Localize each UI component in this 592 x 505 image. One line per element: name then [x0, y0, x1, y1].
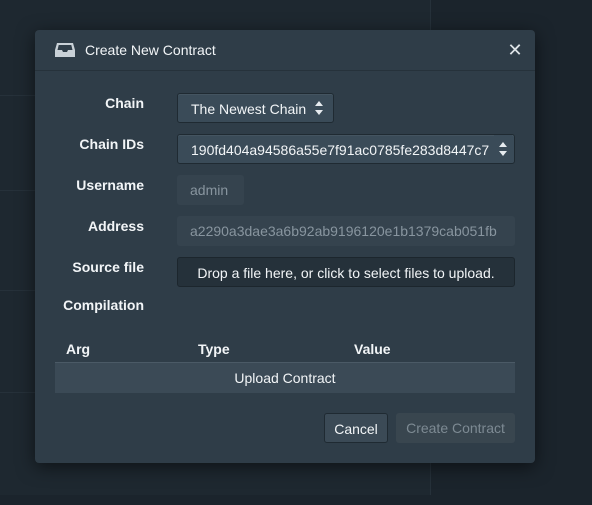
create-contract-modal: Create New Contract ✕ Chain The Newest C…: [35, 30, 535, 463]
type-column-header: Type: [198, 341, 230, 357]
sort-caret-icon: [494, 135, 512, 163]
create-contract-button[interactable]: Create Contract: [396, 413, 515, 443]
address-label: Address: [87, 218, 144, 234]
address-field: a2290a3dae3a6b92ab9196120e1b1379cab051fb: [177, 216, 515, 246]
arg-column-header: Arg: [66, 341, 91, 357]
address-value: a2290a3dae3a6b92ab9196120e1b1379cab051fb: [190, 223, 497, 239]
close-icon[interactable]: ✕: [505, 40, 525, 60]
chain-select[interactable]: The Newest Chain: [177, 93, 334, 123]
source-file-dropzone[interactable]: Drop a file here, or click to select fil…: [177, 257, 515, 287]
upload-contract-button[interactable]: Upload Contract: [55, 363, 515, 393]
source-file-label: Source file: [72, 259, 144, 275]
compilation-label: Compilation: [63, 297, 144, 313]
chain-select-value: The Newest Chain: [191, 101, 307, 117]
username-value: admin: [190, 182, 229, 198]
username-field: admin: [177, 175, 244, 205]
chain-ids-select[interactable]: 190fd404a94586a55e7f91ac0785fe283d8447c7: [177, 134, 515, 164]
chain-label: Chain: [105, 95, 144, 111]
cancel-button[interactable]: Cancel: [324, 413, 388, 443]
inbox-tray-icon: [54, 41, 76, 59]
value-column-header: Value: [354, 341, 391, 357]
chain-ids-select-value: 190fd404a94586a55e7f91ac0785fe283d8447c7: [191, 142, 490, 158]
dropzone-text: Drop a file here, or click to select fil…: [197, 265, 495, 281]
modal-header: Create New Contract ✕: [35, 30, 535, 71]
chain-ids-label: Chain IDs: [79, 136, 144, 152]
username-label: Username: [76, 177, 144, 193]
sort-caret-icon: [313, 94, 325, 122]
modal-title: Create New Contract: [85, 42, 216, 58]
